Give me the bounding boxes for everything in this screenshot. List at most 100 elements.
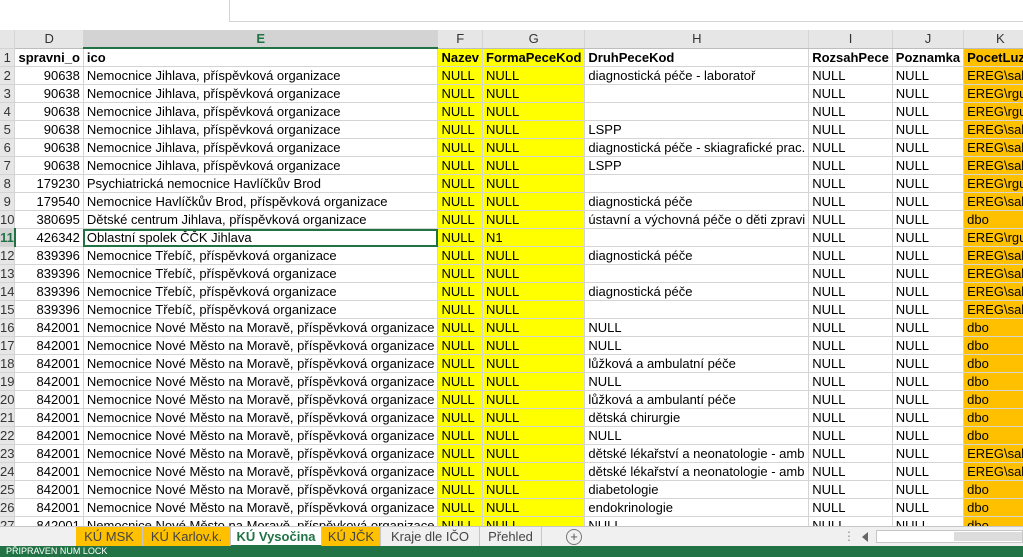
cell-rozsahpece[interactable]: NULL — [808, 318, 893, 337]
cell-spravni-o[interactable]: 90638 — [14, 102, 84, 121]
cell-druhpecekod[interactable]: diagnostická péče — [584, 246, 810, 265]
column-header-k[interactable]: K — [963, 30, 1023, 49]
cell-formapecekod[interactable]: NULL — [482, 498, 586, 517]
cell-poznamka[interactable]: NULL — [892, 372, 965, 391]
cell-nazev[interactable]: NULL — [437, 318, 484, 337]
cell-ico[interactable]: Nemocnice Nové Město na Moravě, příspěvk… — [83, 516, 439, 526]
cell-ico[interactable]: Nemocnice Jihlava, příspěvková organizac… — [83, 120, 439, 139]
cell-nazev[interactable]: NULL — [437, 156, 484, 175]
row-header[interactable]: 7 — [0, 156, 16, 175]
cell-druhpecekod[interactable]: diagnostická péče - laboratoř — [584, 66, 810, 85]
cell-rozsahpece[interactable]: NULL — [808, 390, 893, 409]
cell-nazev[interactable]: NULL — [437, 264, 484, 283]
cell-poznamka[interactable]: NULL — [892, 426, 965, 445]
cell-spravni-o[interactable]: 842001 — [14, 336, 84, 355]
cell-pocetluze[interactable]: EREG\sala — [963, 120, 1023, 139]
cell-druhpecekod[interactable]: NULL — [584, 318, 810, 337]
cell-spravni-o[interactable]: 842001 — [14, 354, 84, 373]
cell-ico[interactable]: Nemocnice Nové Město na Moravě, příspěvk… — [83, 390, 439, 409]
cell-nazev[interactable]: NULL — [437, 102, 484, 121]
cell-druhpecekod[interactable]: diagnostická péče — [584, 282, 810, 301]
cell-formapecekod[interactable]: NULL — [482, 480, 586, 499]
column-header-i[interactable]: I — [808, 30, 893, 49]
cell-ico[interactable]: Nemocnice Nové Město na Moravě, příspěvk… — [83, 354, 439, 373]
cell-ico[interactable]: Nemocnice Třebíč, příspěvková organizace — [83, 264, 439, 283]
cell-rozsahpece[interactable]: NULL — [808, 138, 893, 157]
cell-ico[interactable]: Nemocnice Nové Město na Moravě, příspěvk… — [83, 426, 439, 445]
cell-ico[interactable]: Nemocnice Třebíč, příspěvková organizace — [83, 246, 439, 265]
cell-druhpecekod[interactable]: dětské lékařství a neonatologie - amb — [584, 444, 810, 463]
cell-pocetluze[interactable]: EREG\rgu_ — [963, 102, 1023, 121]
row-header[interactable]: 17 — [0, 336, 16, 355]
cell-poznamka[interactable]: NULL — [892, 354, 965, 373]
cell-poznamka[interactable]: NULL — [892, 156, 965, 175]
cell-formapecekod[interactable]: NULL — [482, 372, 586, 391]
column-header-g[interactable]: G — [482, 30, 586, 49]
row-header[interactable]: 22 — [0, 426, 16, 445]
cell-header-poznamka[interactable]: Poznamka — [892, 48, 965, 67]
cell-header-nazev[interactable]: Nazev — [437, 48, 484, 67]
scroll-left-arrow-icon[interactable] — [862, 532, 868, 542]
cell-poznamka[interactable]: NULL — [892, 192, 965, 211]
cell-nazev[interactable]: NULL — [437, 426, 484, 445]
row-header[interactable]: 1 — [0, 48, 16, 67]
cell-rozsahpece[interactable]: NULL — [808, 354, 893, 373]
cell-poznamka[interactable]: NULL — [892, 480, 965, 499]
cell-pocetluze[interactable]: dbo — [963, 318, 1023, 337]
cell-nazev[interactable]: NULL — [437, 444, 484, 463]
cell-rozsahpece[interactable]: NULL — [808, 84, 893, 103]
cell-rozsahpece[interactable]: NULL — [808, 210, 893, 229]
cell-rozsahpece[interactable]: NULL — [808, 66, 893, 85]
cell-poznamka[interactable]: NULL — [892, 84, 965, 103]
cell-pocetluze[interactable]: dbo — [963, 210, 1023, 229]
cell-pocetluze[interactable]: dbo — [963, 372, 1023, 391]
row-header[interactable]: 12 — [0, 246, 16, 265]
row-header[interactable]: 26 — [0, 498, 16, 517]
cell-poznamka[interactable]: NULL — [892, 174, 965, 193]
column-header-d[interactable]: D — [14, 30, 84, 49]
cell-spravni-o[interactable]: 842001 — [14, 390, 84, 409]
cell-formapecekod[interactable]: NULL — [482, 102, 586, 121]
row-header[interactable]: 8 — [0, 174, 16, 193]
cell-ico[interactable]: Psychiatrická nemocnice Havlíčkův Brod — [83, 174, 439, 193]
cell-formapecekod[interactable]: NULL — [482, 66, 586, 85]
cell-poznamka[interactable]: NULL — [892, 210, 965, 229]
cell-pocetluze[interactable]: EREG\sala — [963, 462, 1023, 481]
cell-druhpecekod[interactable]: NULL — [584, 516, 810, 526]
cell-druhpecekod[interactable] — [584, 300, 810, 319]
cell-druhpecekod[interactable]: lůžková a ambulatní péče — [584, 354, 810, 373]
sheet-tab-ku-vysocina[interactable]: KÚ Vysočina — [231, 527, 322, 547]
cell-pocetluze[interactable]: dbo — [963, 426, 1023, 445]
cell-formapecekod[interactable]: NULL — [482, 300, 586, 319]
cell-ico[interactable]: Nemocnice Nové Město na Moravě, příspěvk… — [83, 444, 439, 463]
cell-poznamka[interactable]: NULL — [892, 120, 965, 139]
cell-spravni-o[interactable]: 90638 — [14, 84, 84, 103]
cell-poznamka[interactable]: NULL — [892, 444, 965, 463]
cell-ico[interactable]: Nemocnice Jihlava, příspěvková organizac… — [83, 84, 439, 103]
cell-formapecekod[interactable]: NULL — [482, 336, 586, 355]
column-header-h[interactable]: H — [584, 30, 810, 49]
cell-pocetluze[interactable]: EREG\sala — [963, 192, 1023, 211]
cell-formapecekod[interactable]: NULL — [482, 282, 586, 301]
cell-pocetluze[interactable]: EREG\sala — [963, 246, 1023, 265]
cell-rozsahpece[interactable]: NULL — [808, 228, 893, 247]
cell-rozsahpece[interactable]: NULL — [808, 480, 893, 499]
cell-spravni-o[interactable]: 179230 — [14, 174, 84, 193]
cell-spravni-o[interactable]: 426342 — [14, 228, 84, 247]
cell-spravni-o[interactable]: 839396 — [14, 282, 84, 301]
cell-pocetluze[interactable]: EREG\rgu_ — [963, 84, 1023, 103]
cell-poznamka[interactable]: NULL — [892, 246, 965, 265]
cell-ico[interactable]: Oblastní spolek ČČK Jihlava — [83, 228, 439, 247]
cell-spravni-o[interactable]: 90638 — [14, 120, 84, 139]
row-header[interactable]: 9 — [0, 192, 16, 211]
cell-rozsahpece[interactable]: NULL — [808, 120, 893, 139]
cell-formapecekod[interactable]: N1 — [482, 228, 586, 247]
cell-pocetluze[interactable]: EREG\sala — [963, 264, 1023, 283]
cell-nazev[interactable]: NULL — [437, 210, 484, 229]
column-header-j[interactable]: J — [892, 30, 965, 49]
sheet-tab-ku-jck[interactable]: KÚ JČK — [322, 527, 381, 547]
cell-spravni-o[interactable]: 842001 — [14, 408, 84, 427]
cell-spravni-o[interactable]: 380695 — [14, 210, 84, 229]
horizontal-scrollbar[interactable] — [876, 530, 1023, 543]
row-header[interactable]: 19 — [0, 372, 16, 391]
